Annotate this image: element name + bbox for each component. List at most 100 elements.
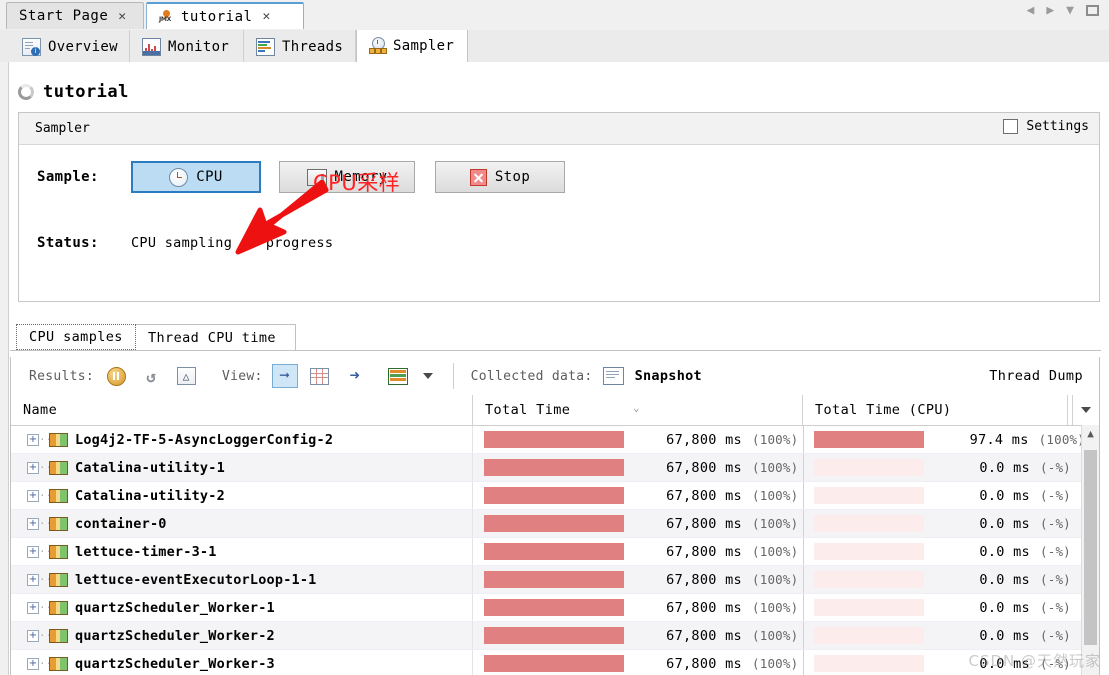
tab-monitor[interactable]: Monitor <box>130 30 244 63</box>
cell-thread-name: + ·· quartzScheduler_Worker-2 <box>11 622 473 649</box>
combined-view-dropdown[interactable] <box>420 364 436 388</box>
cpu-time-value: 0.0 ms <box>979 599 1030 616</box>
cpu-time-bar <box>814 515 924 532</box>
table-row[interactable]: + ·· quartzScheduler_Worker-2 67,800 ms (100… <box>11 622 1099 650</box>
total-time-percent: (100%) <box>752 628 799 643</box>
expand-row-icon[interactable]: + <box>27 517 39 530</box>
cell-total-time: 67,800 ms (100%) <box>473 454 804 481</box>
thread-state-icon <box>49 656 68 671</box>
cell-thread-name: + ·· lettuce-eventExecutorLoop-1-1 <box>11 566 473 593</box>
maximize-icon[interactable] <box>1086 5 1099 16</box>
result-tab-label: Thread CPU time <box>148 329 276 346</box>
pause-results-button[interactable] <box>103 364 129 388</box>
expand-row-icon[interactable]: + <box>27 573 39 586</box>
tab-label: Monitor <box>168 38 230 55</box>
close-icon[interactable]: ✕ <box>258 10 270 23</box>
cpu-button-label: CPU <box>196 169 223 185</box>
tab-label: Overview <box>48 38 118 55</box>
table-row[interactable]: + ·· Log4j2-TF-5-AsyncLoggerConfig-2 67,800… <box>11 426 1099 454</box>
scrollbar-thumb[interactable] <box>1084 450 1097 645</box>
expand-row-icon[interactable]: + <box>27 545 39 558</box>
close-icon[interactable]: ✕ <box>114 10 126 23</box>
sampler-icon <box>369 37 387 54</box>
result-tab-thread-cpu-time[interactable]: Thread CPU time <box>136 324 296 350</box>
refresh-results-button[interactable]: ↺ <box>138 364 164 388</box>
delta-results-button[interactable]: △ <box>173 364 199 388</box>
table-row[interactable]: + ·· lettuce-eventExecutorLoop-1-1 67,800 m… <box>11 566 1099 594</box>
tab-overview[interactable]: i Overview <box>10 30 130 63</box>
expand-row-icon[interactable]: + <box>27 629 39 642</box>
expand-row-icon[interactable]: + <box>27 601 39 614</box>
stacked-bars-icon <box>387 367 408 385</box>
snapshot-button[interactable] <box>602 364 626 388</box>
table-row[interactable]: + ·· Catalina-utility-2 67,800 ms (100%) 0.0 … <box>11 482 1099 510</box>
collected-data-label: Collected data: <box>470 368 593 384</box>
column-header-name[interactable]: Name <box>11 395 473 425</box>
cell-total-time: 67,800 ms (100%) <box>473 426 804 453</box>
column-chooser-icon <box>1081 407 1091 413</box>
status-label: Status: <box>37 235 99 251</box>
cpu-time-value: 0.0 ms <box>979 543 1030 560</box>
total-time-percent: (100%) <box>752 432 799 447</box>
cpu-time-bar <box>814 627 924 644</box>
stop-sample-button[interactable]: Stop <box>435 161 565 193</box>
total-time-bar <box>484 543 624 560</box>
sample-controls-row: Sample: CPU Memory Stop <box>19 161 1099 193</box>
window-tab-start-page[interactable]: Start Page ✕ <box>6 2 144 29</box>
cell-total-time: 67,800 ms (100%) <box>473 594 804 621</box>
expand-row-icon[interactable]: + <box>27 433 39 446</box>
total-time-bar <box>484 431 624 448</box>
cell-total-time: 67,800 ms (100%) <box>473 566 804 593</box>
result-tab-cpu-samples[interactable]: CPU samples <box>16 324 136 350</box>
column-header-label: Total Time (CPU) <box>815 402 952 418</box>
window-tab-label: Start Page <box>19 8 109 24</box>
cpu-time-value: 0.0 ms <box>979 571 1030 588</box>
overview-icon: i <box>22 37 41 56</box>
cpu-time-percent: (100%) <box>1038 432 1085 447</box>
expand-row-icon[interactable]: + <box>27 489 39 502</box>
tab-threads[interactable]: Threads <box>244 30 356 63</box>
scroll-up-button[interactable]: ▲ <box>1082 425 1099 442</box>
reverse-calls-button[interactable]: ➜ <box>342 364 368 388</box>
table-row[interactable]: + ·· Catalina-utility-1 67,800 ms (100%) 0.0 … <box>11 454 1099 482</box>
nav-back-icon[interactable]: ◀ <box>1027 4 1035 17</box>
hot-spots-button[interactable] <box>307 364 333 388</box>
thread-dump-button[interactable]: Thread Dump <box>989 368 1083 384</box>
column-chooser-button[interactable] <box>1072 395 1099 425</box>
expand-row-icon[interactable]: + <box>27 461 39 474</box>
column-header-label: Name <box>23 402 58 418</box>
combined-view-button[interactable] <box>385 364 411 388</box>
table-row[interactable]: + ·· container-0 67,800 ms (100%) 0.0 ms (-%) <box>11 510 1099 538</box>
total-time-percent: (100%) <box>752 460 799 475</box>
tab-label: Threads <box>282 38 344 55</box>
nav-forward-icon[interactable]: ▶ <box>1046 4 1054 17</box>
settings-toggle[interactable]: Settings <box>1003 119 1089 134</box>
table-row[interactable]: + ·· quartzScheduler_Worker-1 67,800 ms (100… <box>11 594 1099 622</box>
table-row[interactable]: + ·· lettuce-timer-3-1 67,800 ms (100%) 0.0 m… <box>11 538 1099 566</box>
samples-table: Name ⌄ Total Time Total Time (CPU) + ·· Lo… <box>10 395 1100 675</box>
expand-row-icon[interactable]: + <box>27 657 39 670</box>
cpu-time-percent: (-%) <box>1040 460 1071 475</box>
cpu-time-percent: (-%) <box>1040 488 1071 503</box>
table-row[interactable]: + ·· quartzScheduler_Worker-3 67,800 ms (100… <box>11 650 1099 675</box>
cell-thread-name: + ·· Catalina-utility-2 <box>11 482 473 509</box>
settings-checkbox[interactable] <box>1003 119 1019 134</box>
window-tab-tutorial[interactable]: JMX tutorial ✕ <box>146 2 304 29</box>
cell-total-time-cpu: 0.0 ms (-%) <box>803 650 1085 675</box>
cpu-time-percent: (-%) <box>1040 600 1071 615</box>
forward-calls-button[interactable]: ➞ <box>271 364 298 388</box>
thread-name-label: lettuce-eventExecutorLoop-1-1 <box>75 571 317 588</box>
thread-state-icon <box>49 460 68 475</box>
tab-list-dropdown-icon[interactable]: ▼ <box>1066 4 1074 17</box>
table-vertical-scrollbar[interactable]: ▲ <box>1081 425 1099 675</box>
sampler-panel-header: Sampler Settings <box>19 113 1099 145</box>
tree-connector-icon: ·· <box>39 517 53 530</box>
delta-icon: △ <box>176 367 196 385</box>
total-time-value: 67,800 ms <box>666 599 742 616</box>
total-time-bar <box>484 459 624 476</box>
column-header-total-time-cpu[interactable]: Total Time (CPU) <box>803 395 1068 425</box>
cell-total-time-cpu: 0.0 ms (-%) <box>803 594 1085 621</box>
tab-sampler[interactable]: Sampler <box>356 30 468 63</box>
cpu-time-bar <box>814 487 924 504</box>
column-header-total-time[interactable]: Total Time <box>473 395 803 425</box>
